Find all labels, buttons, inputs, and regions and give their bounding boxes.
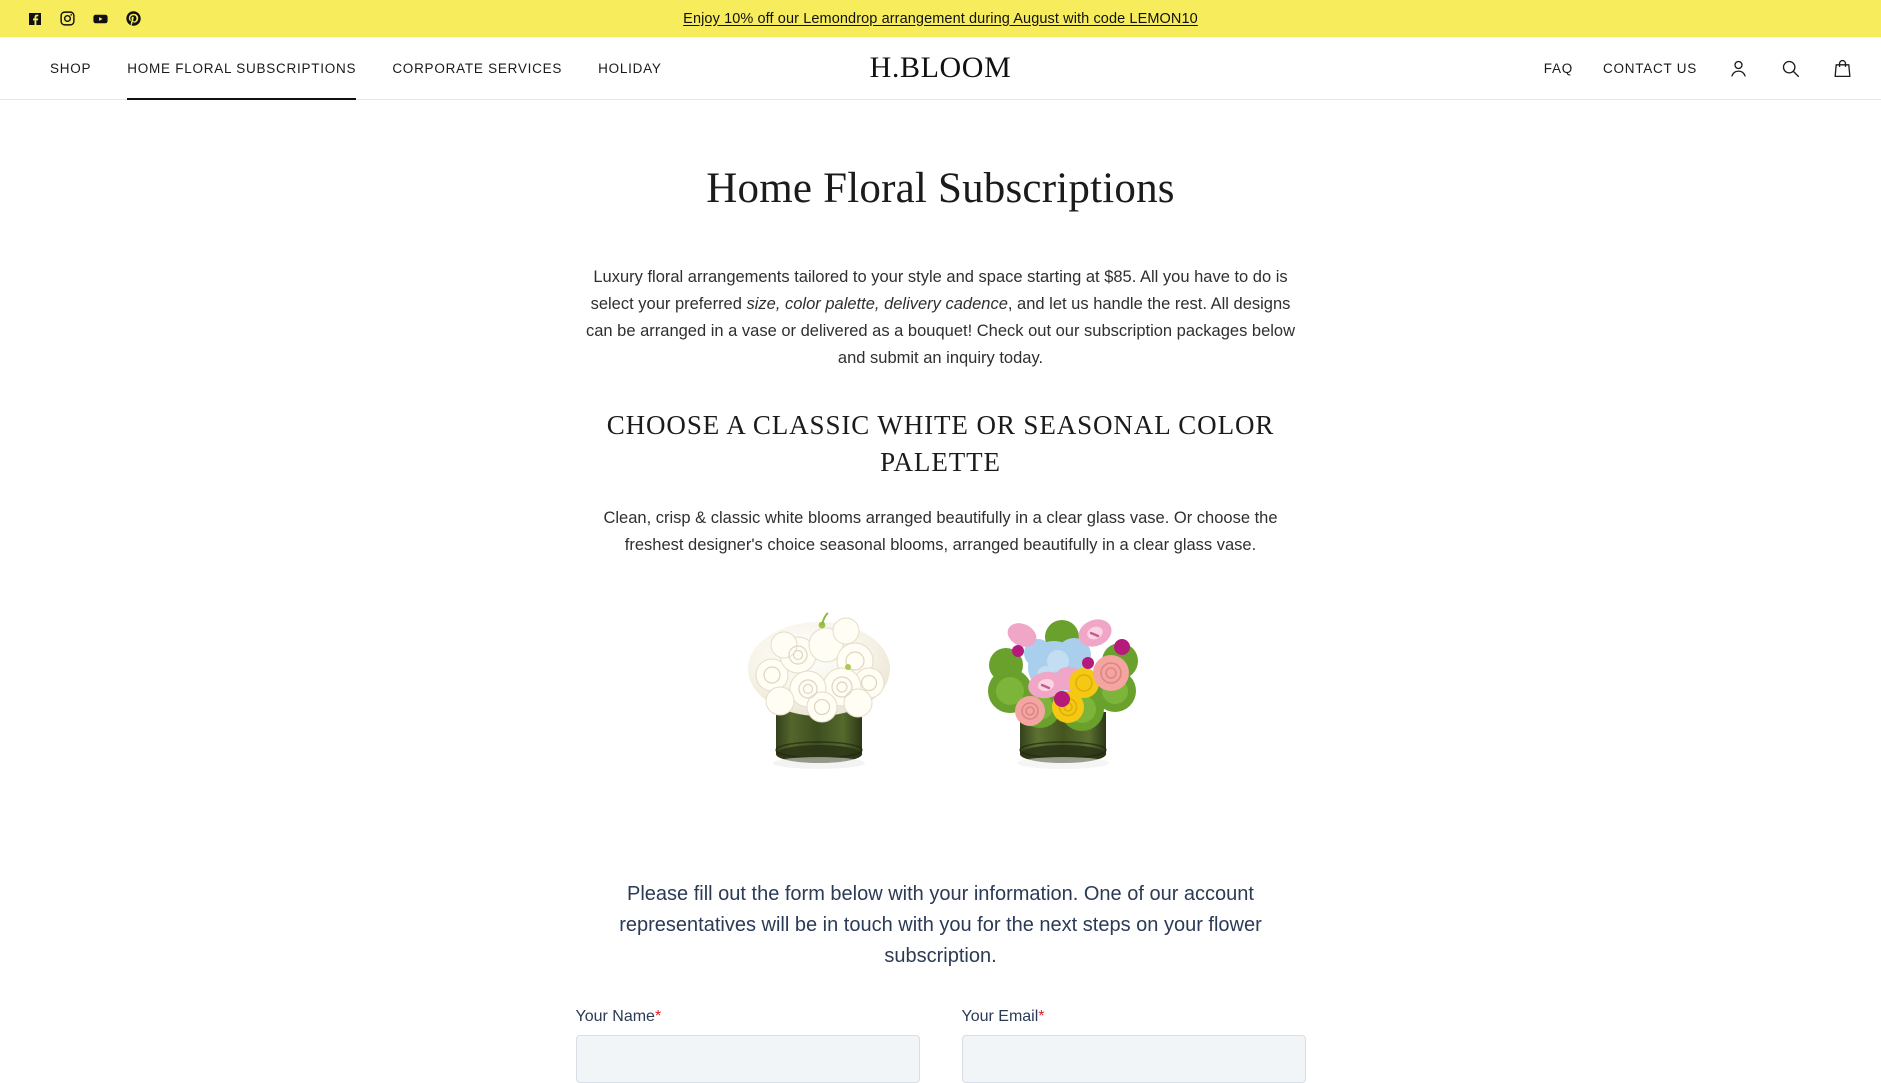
nav-item-contact-us[interactable]: CONTACT US xyxy=(1599,61,1701,76)
search-icon[interactable] xyxy=(1775,53,1805,83)
required-asterisk: * xyxy=(1038,1007,1045,1025)
intro-text-italic: size, color palette, delivery cadence xyxy=(746,295,1008,314)
form-intro-text: Please fill out the form below with your… xyxy=(619,882,1262,967)
nav-item-corporate-services[interactable]: CORPORATE SERVICES xyxy=(374,37,580,99)
label-your-name-text: Your Name xyxy=(575,1007,655,1025)
white-arrangement xyxy=(718,579,920,791)
field-your-name: Your Name* xyxy=(575,1008,920,1083)
secondary-navigation: FAQ CONTACT US xyxy=(1540,37,1857,99)
site-header: SHOP HOME FLORAL SUBSCRIPTIONS CORPORATE… xyxy=(0,37,1881,100)
instagram-icon[interactable] xyxy=(59,10,76,27)
your-email-input[interactable] xyxy=(961,1034,1306,1083)
page-title: Home Floral Subscriptions xyxy=(706,165,1175,212)
page-content: Home Floral Subscriptions Luxury floral … xyxy=(0,164,1881,1083)
youtube-icon[interactable] xyxy=(92,10,109,27)
nav-item-holiday[interactable]: HOLIDAY xyxy=(580,37,680,99)
account-icon[interactable] xyxy=(1723,53,1753,83)
section-subtext-palette: Clean, crisp & classic white blooms arra… xyxy=(603,509,1278,554)
cart-icon[interactable] xyxy=(1827,53,1857,83)
field-your-email: Your Email* xyxy=(961,1008,1306,1083)
social-links xyxy=(26,0,142,37)
label-your-email: Your Email* xyxy=(962,1008,1306,1026)
arrangement-gallery xyxy=(305,579,1577,791)
subscription-inquiry-form: Your Name* Your Email* xyxy=(575,1008,1306,1083)
label-your-email-text: Your Email xyxy=(961,1007,1039,1025)
required-asterisk: * xyxy=(654,1007,662,1025)
nav-item-home-floral-subscriptions[interactable]: HOME FLORAL SUBSCRIPTIONS xyxy=(109,37,374,100)
announcement-link[interactable]: Enjoy 10% off our Lemondrop arrangement … xyxy=(683,11,1198,27)
primary-navigation: SHOP HOME FLORAL SUBSCRIPTIONS CORPORATE… xyxy=(32,37,680,100)
seasonal-arrangement xyxy=(962,579,1164,791)
pinterest-icon[interactable] xyxy=(125,10,142,27)
section-heading-palette: CHOOSE A CLASSIC WHITE OR SEASONAL COLOR… xyxy=(606,410,1275,477)
announcement-message: Enjoy 10% off our Lemondrop arrangement … xyxy=(0,11,1881,27)
nav-item-shop[interactable]: SHOP xyxy=(32,37,109,99)
your-name-input[interactable] xyxy=(575,1034,920,1083)
intro-paragraph: Luxury floral arrangements tailored to y… xyxy=(576,264,1306,371)
facebook-icon[interactable] xyxy=(26,10,43,27)
announcement-bar: Enjoy 10% off our Lemondrop arrangement … xyxy=(0,0,1881,37)
nav-item-faq[interactable]: FAQ xyxy=(1540,61,1577,76)
label-your-name: Your Name* xyxy=(576,1008,920,1026)
site-logo[interactable]: H.BLOOM xyxy=(870,51,1012,85)
